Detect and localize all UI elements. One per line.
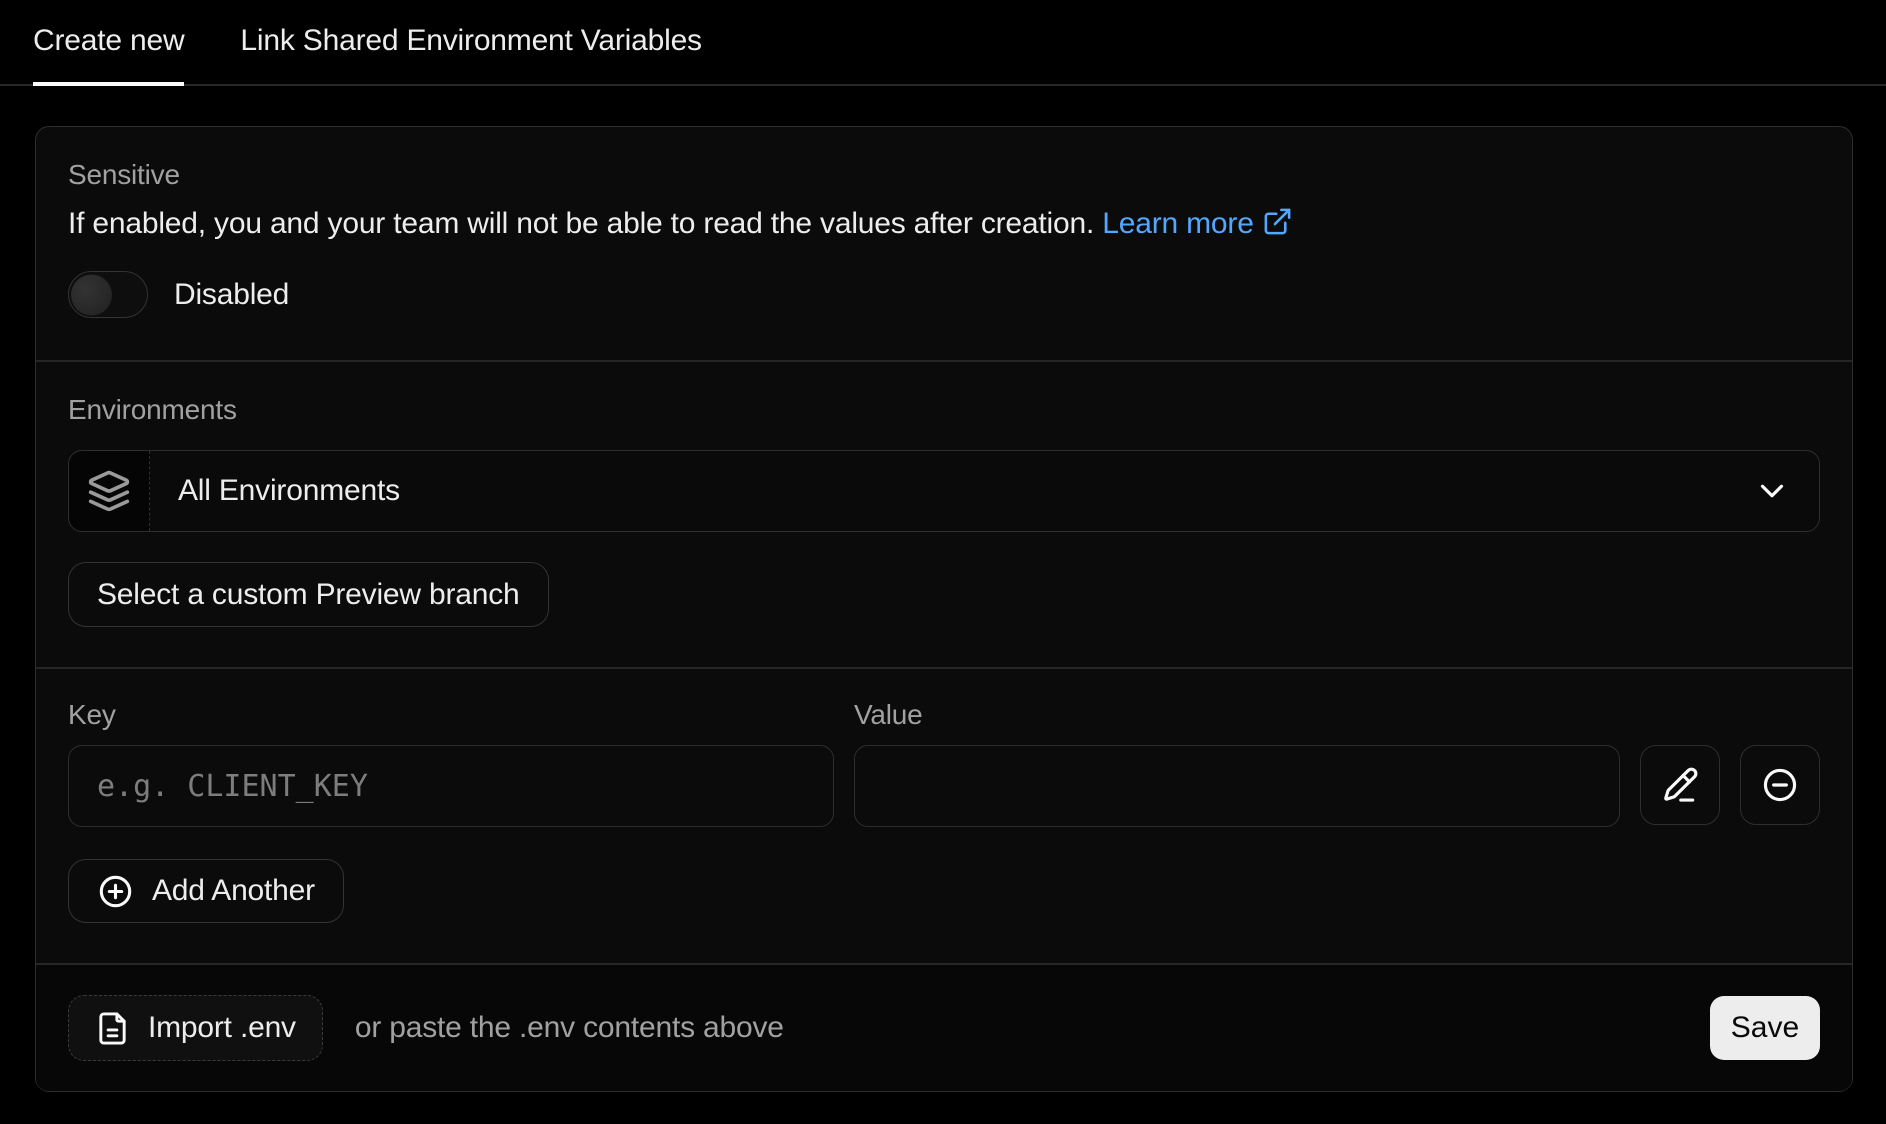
learn-more-link[interactable]: Learn more bbox=[1102, 207, 1292, 240]
environments-select[interactable]: All Environments bbox=[68, 450, 1820, 532]
key-input[interactable] bbox=[68, 745, 834, 827]
sensitive-toggle[interactable] bbox=[68, 271, 148, 318]
import-env-label: Import .env bbox=[148, 1011, 296, 1045]
toggle-knob bbox=[71, 274, 112, 315]
create-env-variable-panel: Sensitive If enabled, you and your team … bbox=[35, 126, 1853, 1092]
key-value-grid: Key Value bbox=[68, 697, 1820, 827]
value-input[interactable] bbox=[854, 745, 1620, 827]
tab-link-shared-env-variables[interactable]: Link Shared Environment Variables bbox=[240, 24, 701, 86]
sensitive-toggle-state: Disabled bbox=[174, 278, 289, 312]
environments-selected-value: All Environments bbox=[150, 474, 1753, 508]
tab-create-new[interactable]: Create new bbox=[33, 24, 184, 86]
key-label: Key bbox=[68, 697, 834, 733]
minus-circle-icon bbox=[1761, 766, 1799, 804]
learn-more-label: Learn more bbox=[1102, 207, 1253, 240]
environments-section: Environments All Environments Select a c… bbox=[36, 360, 1852, 667]
stack-layers-icon bbox=[87, 469, 131, 513]
select-preview-branch-button[interactable]: Select a custom Preview branch bbox=[68, 562, 549, 627]
sensitive-description-text: If enabled, you and your team will not b… bbox=[68, 207, 1094, 240]
remove-row-button[interactable] bbox=[1740, 745, 1820, 825]
sensitive-label: Sensitive bbox=[68, 157, 1820, 193]
add-another-label: Add Another bbox=[152, 874, 315, 908]
sensitive-section: Sensitive If enabled, you and your team … bbox=[36, 127, 1852, 360]
select-icon-cell bbox=[69, 451, 150, 531]
add-another-button[interactable]: Add Another bbox=[68, 859, 344, 923]
sensitive-toggle-row: Disabled bbox=[68, 271, 1820, 318]
plus-circle-icon bbox=[97, 873, 134, 910]
environments-label: Environments bbox=[68, 392, 1820, 428]
sensitive-description: If enabled, you and your team will not b… bbox=[68, 203, 1820, 245]
value-label: Value bbox=[854, 697, 1620, 733]
external-link-icon bbox=[1262, 206, 1293, 237]
pencil-edit-icon bbox=[1661, 766, 1699, 804]
edit-value-button[interactable] bbox=[1640, 745, 1720, 825]
panel-footer: Import .env or paste the .env contents a… bbox=[36, 963, 1852, 1091]
import-env-button[interactable]: Import .env bbox=[68, 995, 323, 1061]
save-button[interactable]: Save bbox=[1710, 996, 1820, 1060]
paste-env-hint: or paste the .env contents above bbox=[355, 1011, 784, 1045]
chevron-down-icon bbox=[1753, 472, 1791, 510]
key-value-section: Key Value bbox=[36, 667, 1852, 963]
env-file-icon bbox=[95, 1011, 130, 1046]
tab-bar: Create new Link Shared Environment Varia… bbox=[0, 0, 1886, 86]
